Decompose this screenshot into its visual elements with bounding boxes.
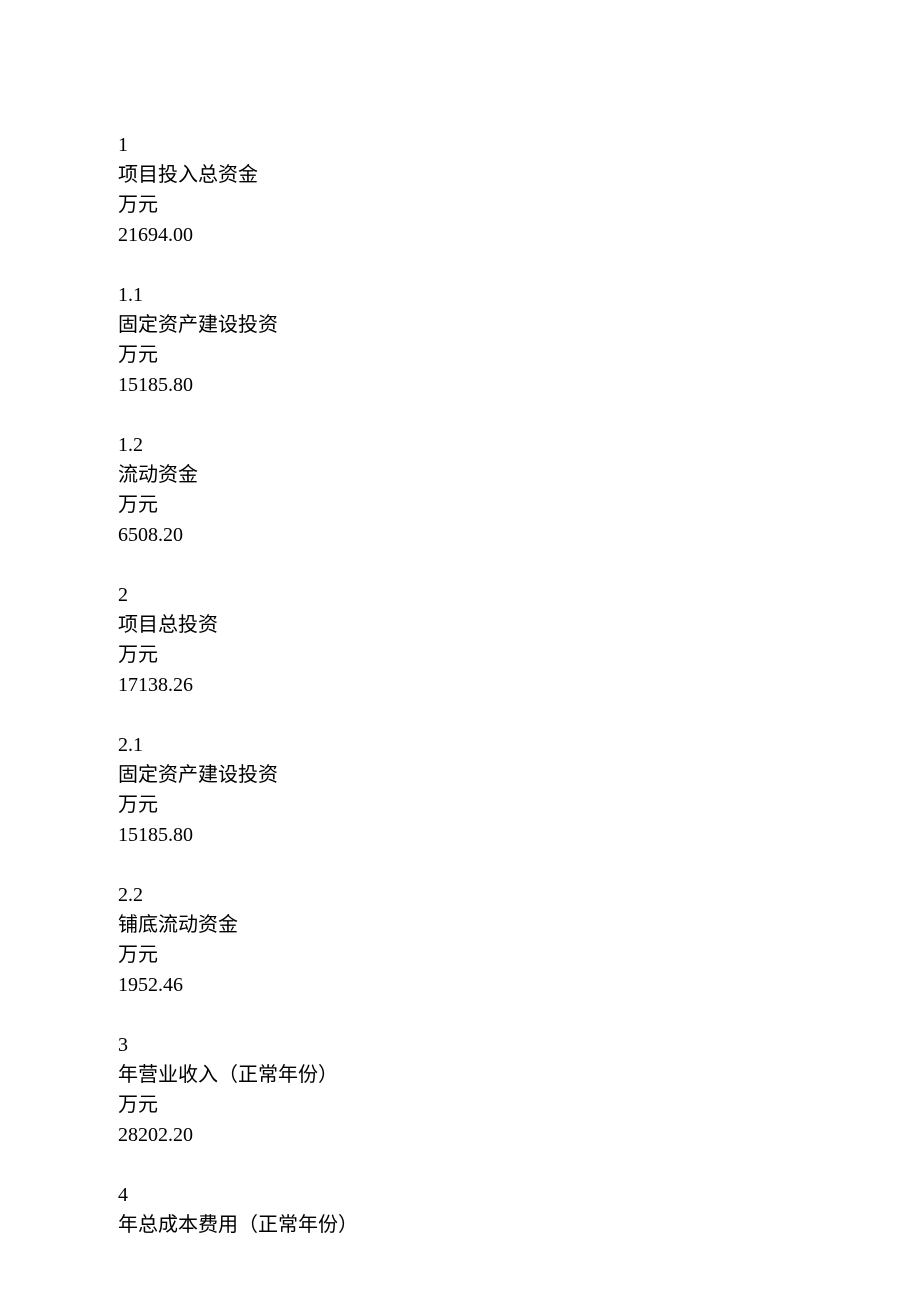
item-name: 固定资产建设投资: [118, 310, 818, 340]
item-name: 项目总投资: [118, 610, 818, 640]
item-number: 1: [118, 130, 818, 160]
item-name: 铺底流动资金: [118, 910, 818, 940]
item-2: 2 项目总投资 万元 17138.26: [118, 580, 818, 700]
item-number: 2.1: [118, 730, 818, 760]
item-2-1: 2.1 固定资产建设投资 万元 15185.80: [118, 730, 818, 850]
item-4: 4 年总成本费用（正常年份）: [118, 1180, 818, 1240]
item-number: 2: [118, 580, 818, 610]
item-number: 1.2: [118, 430, 818, 460]
item-number: 1.1: [118, 280, 818, 310]
item-unit: 万元: [118, 340, 818, 370]
item-3: 3 年营业收入（正常年份） 万元 28202.20: [118, 1030, 818, 1150]
item-unit: 万元: [118, 940, 818, 970]
item-value: 15185.80: [118, 820, 818, 850]
item-name: 年营业收入（正常年份）: [118, 1060, 818, 1090]
item-name: 流动资金: [118, 460, 818, 490]
document-page: 1 项目投入总资金 万元 21694.00 1.1 固定资产建设投资 万元 15…: [0, 0, 818, 1240]
item-2-2: 2.2 铺底流动资金 万元 1952.46: [118, 880, 818, 1000]
item-unit: 万元: [118, 640, 818, 670]
item-name: 固定资产建设投资: [118, 760, 818, 790]
item-1-2: 1.2 流动资金 万元 6508.20: [118, 430, 818, 550]
item-unit: 万元: [118, 790, 818, 820]
item-number: 3: [118, 1030, 818, 1060]
item-1: 1 项目投入总资金 万元 21694.00: [118, 130, 818, 250]
item-number: 4: [118, 1180, 818, 1210]
item-unit: 万元: [118, 1090, 818, 1120]
item-value: 15185.80: [118, 370, 818, 400]
item-unit: 万元: [118, 190, 818, 220]
item-value: 1952.46: [118, 970, 818, 1000]
item-value: 17138.26: [118, 670, 818, 700]
item-value: 6508.20: [118, 520, 818, 550]
item-value: 28202.20: [118, 1120, 818, 1150]
item-1-1: 1.1 固定资产建设投资 万元 15185.80: [118, 280, 818, 400]
item-number: 2.2: [118, 880, 818, 910]
item-value: 21694.00: [118, 220, 818, 250]
item-unit: 万元: [118, 490, 818, 520]
item-name: 项目投入总资金: [118, 160, 818, 190]
item-name: 年总成本费用（正常年份）: [118, 1210, 818, 1240]
